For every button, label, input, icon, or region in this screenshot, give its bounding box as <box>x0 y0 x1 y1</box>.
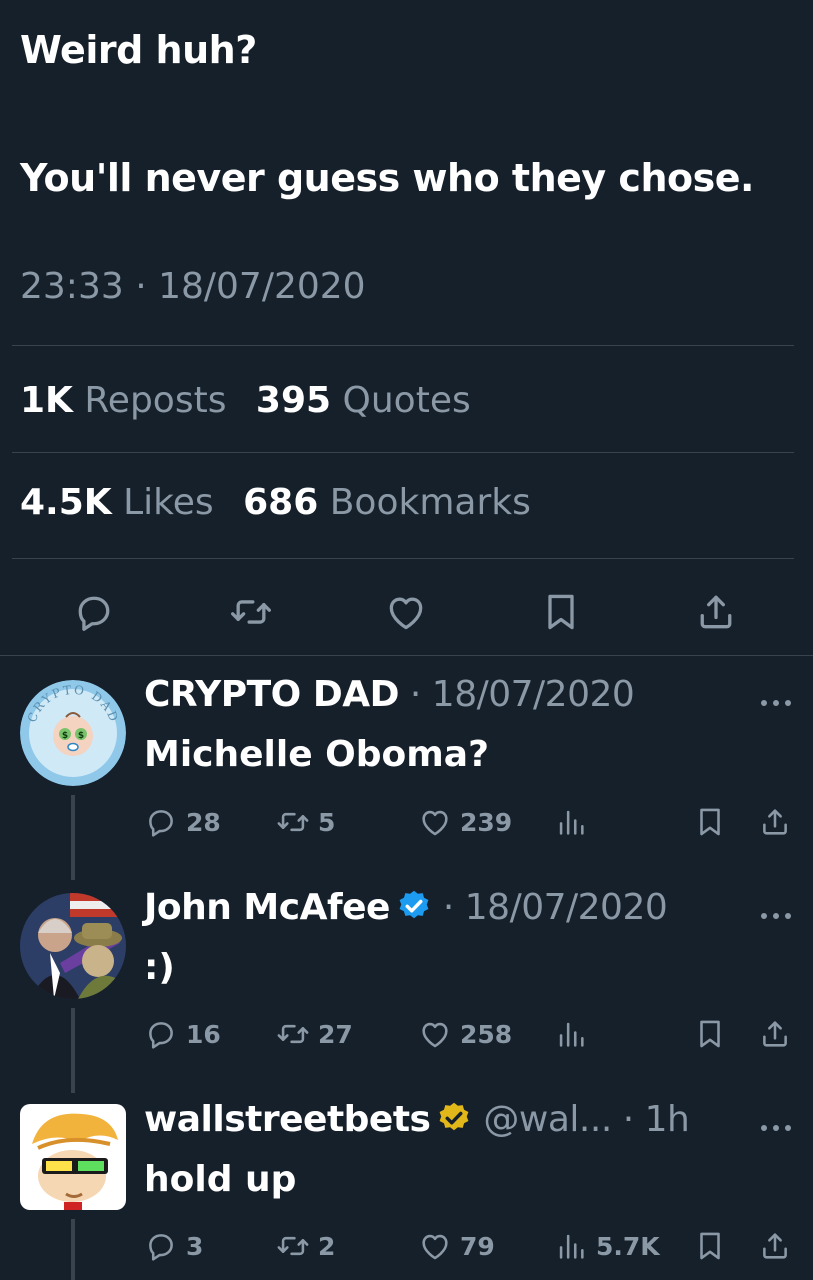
like-icon <box>418 1017 452 1051</box>
repost-icon <box>276 805 310 839</box>
reply-text: :) <box>144 947 175 988</box>
more-options-icon[interactable] <box>758 693 794 706</box>
display-name[interactable]: John McAfee <box>144 887 390 928</box>
like-button[interactable]: 79 <box>418 1229 495 1263</box>
reply-button[interactable]: 28 <box>144 805 221 839</box>
bookmark-button[interactable] <box>693 1017 727 1051</box>
reply-icon <box>144 1017 178 1051</box>
views-icon <box>554 1017 588 1051</box>
repost-button[interactable]: 5 <box>276 805 335 839</box>
views-count: 5.7K <box>596 1231 660 1261</box>
reply-icon <box>144 1229 178 1263</box>
avatar[interactable]: CRYPTO DAD $ $ <box>20 680 126 786</box>
reply-header: wallstreetbets @wal... · 1h <box>144 1099 690 1140</box>
svg-text:$: $ <box>78 731 84 741</box>
reply-meta: · 18/07/2020 <box>398 674 635 715</box>
repost-button[interactable]: 2 <box>276 1229 335 1263</box>
avatar[interactable] <box>20 893 126 999</box>
tweet-detail-page: Weird huh? You'll never guess who they c… <box>0 0 813 1280</box>
more-options-icon[interactable] <box>758 1118 794 1131</box>
like-button[interactable]: 258 <box>418 1017 512 1051</box>
views-button[interactable] <box>554 805 596 839</box>
share-icon <box>758 1017 792 1051</box>
views-button[interactable] <box>554 1017 596 1051</box>
like-icon <box>418 805 452 839</box>
repost-icon <box>276 1017 310 1051</box>
repost-count: 2 <box>318 1231 336 1261</box>
bookmark-button[interactable] <box>693 805 727 839</box>
like-icon <box>418 1229 452 1263</box>
like-count: 239 <box>460 807 513 837</box>
bookmark-icon <box>693 1017 727 1051</box>
reply-header: CRYPTO DAD · 18/07/2020 <box>144 674 635 715</box>
share-button[interactable] <box>758 1229 792 1263</box>
bookmark-button[interactable] <box>693 1229 727 1263</box>
reply-text: Michelle Oboma? <box>144 734 489 775</box>
repost-button[interactable]: 27 <box>276 1017 353 1051</box>
reply-action-bar: 3 2 79 5.7K <box>0 1229 813 1263</box>
like-count: 79 <box>460 1231 495 1261</box>
reply-text: hold up <box>144 1159 297 1200</box>
verified-gold-badge-icon <box>436 1100 472 1136</box>
share-icon <box>758 1229 792 1263</box>
reply-action-bar: 28 5 239 <box>0 805 813 839</box>
like-count: 258 <box>460 1019 513 1049</box>
svg-text:$: $ <box>62 731 68 741</box>
bookmark-icon <box>693 1229 727 1263</box>
reply-1[interactable]: CRYPTO DAD $ $ CRYPTO DAD · 18/07/2020 M… <box>0 0 813 1280</box>
reply-count: 16 <box>186 1019 221 1049</box>
reply-icon <box>144 805 178 839</box>
display-name[interactable]: CRYPTO DAD <box>144 674 399 715</box>
reply-count: 28 <box>186 807 221 837</box>
reply-header: John McAfee · 18/07/2020 <box>144 887 668 928</box>
views-button[interactable]: 5.7K <box>554 1229 660 1263</box>
reply-meta: · 18/07/2020 <box>431 887 668 928</box>
verified-badge-icon <box>396 888 432 924</box>
avatar[interactable] <box>20 1104 126 1210</box>
repost-icon <box>276 1229 310 1263</box>
display-name[interactable]: wallstreetbets <box>144 1099 431 1140</box>
reply-action-bar: 16 27 258 <box>0 1017 813 1051</box>
repost-count: 5 <box>318 807 336 837</box>
views-icon <box>554 805 588 839</box>
share-icon <box>758 805 792 839</box>
reply-button[interactable]: 3 <box>144 1229 203 1263</box>
like-button[interactable]: 239 <box>418 805 512 839</box>
share-button[interactable] <box>758 805 792 839</box>
views-icon <box>554 1229 588 1263</box>
reply-meta: @wal... · 1h <box>472 1099 690 1140</box>
bookmark-icon <box>693 805 727 839</box>
reply-button[interactable]: 16 <box>144 1017 221 1051</box>
more-options-icon[interactable] <box>758 906 794 919</box>
share-button[interactable] <box>758 1017 792 1051</box>
reply-count: 3 <box>186 1231 204 1261</box>
repost-count: 27 <box>318 1019 353 1049</box>
